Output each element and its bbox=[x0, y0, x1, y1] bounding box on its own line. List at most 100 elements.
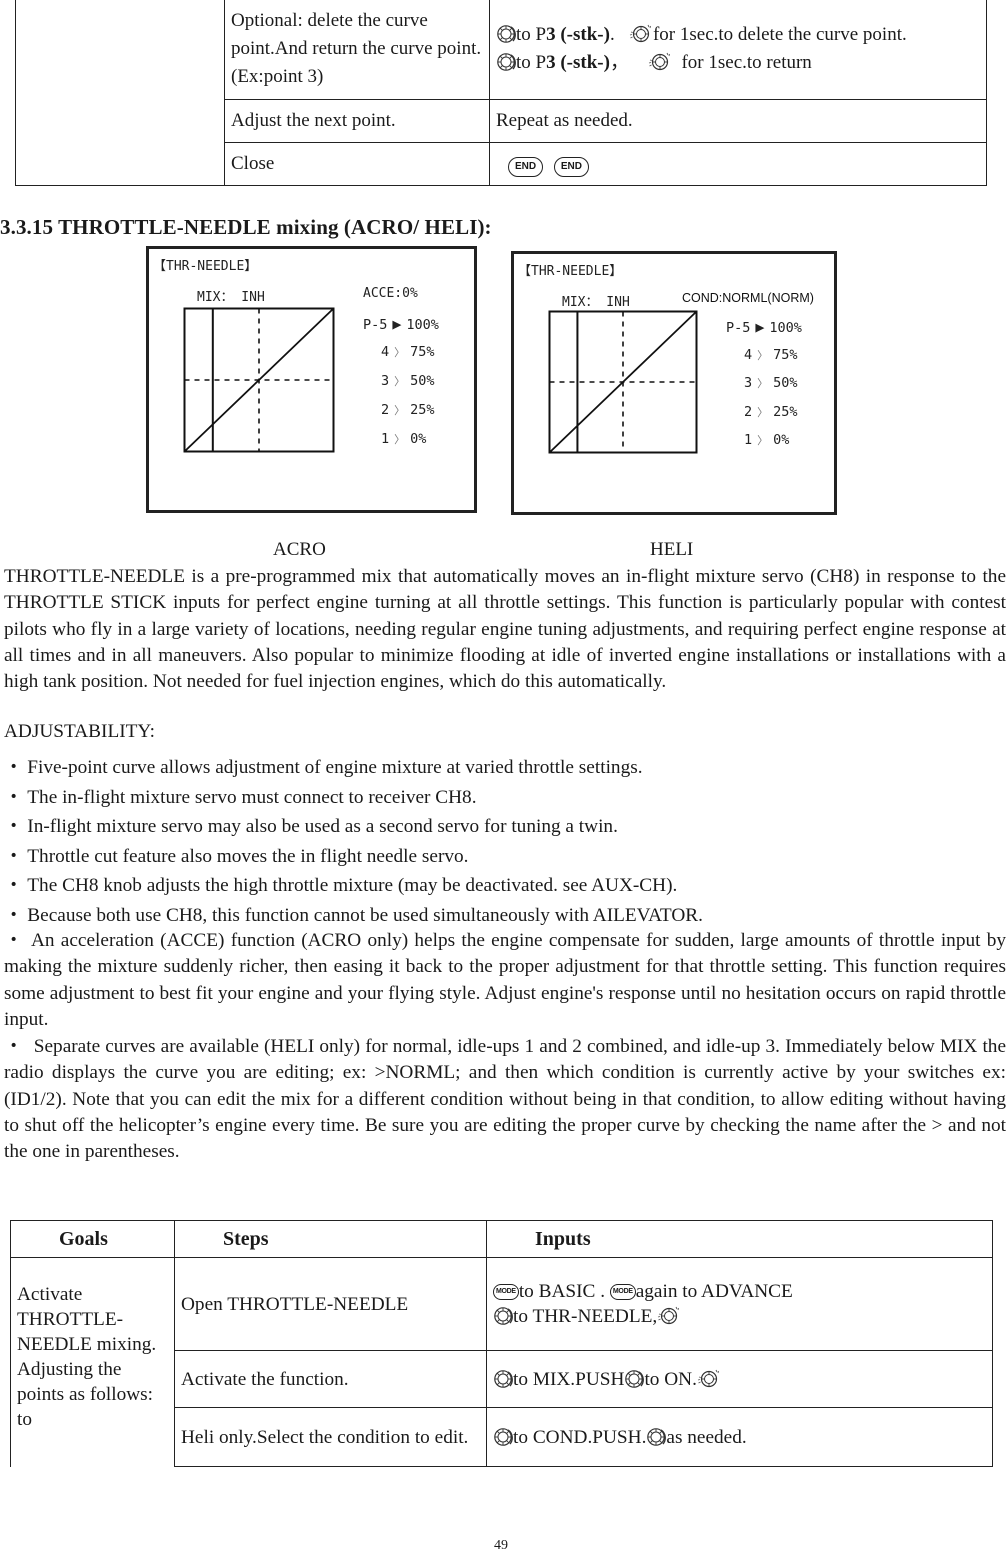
heli-text: Separate curves are available (HELI only… bbox=[4, 1036, 1007, 1163]
input-line: to P3 (-stk-)， for 1sec.to return bbox=[496, 49, 980, 77]
point-value: 50% bbox=[773, 375, 798, 391]
point-label: 2 bbox=[744, 403, 753, 420]
curve-point-row[interactable]: 3 〉 50% bbox=[381, 373, 435, 389]
goal-cell-empty bbox=[15, 0, 225, 186]
input-cell: to P3 (-stk-). for 1sec.to delete the cu… bbox=[489, 0, 987, 100]
dial-press-icon bbox=[657, 1306, 680, 1325]
dial-rotate-icon bbox=[497, 53, 516, 71]
input-text: to P bbox=[516, 52, 547, 73]
input-text: ， bbox=[609, 52, 644, 73]
selected-arrow-icon: ▶ bbox=[392, 315, 402, 333]
step-cell: Heli only.Select the condition to edit. bbox=[174, 1407, 487, 1467]
input-text: to MIX.PUSH bbox=[513, 1368, 625, 1390]
dial-rotate-icon bbox=[494, 1369, 513, 1388]
selected-arrow-icon: ▶ bbox=[755, 318, 765, 336]
mode-button-icon: MODE bbox=[493, 1284, 519, 1300]
curve-point-row[interactable]: 1 〉 0% bbox=[744, 432, 789, 448]
input-bold: 3 (-stk-) bbox=[546, 24, 610, 45]
input-line: to P3 (-stk-). for 1sec.to delete the cu… bbox=[496, 21, 980, 49]
bullet-mark: ・ bbox=[4, 930, 25, 951]
step-cell: Open THROTTLE-NEEDLE bbox=[174, 1257, 487, 1351]
input-text: to THR-NEEDLE, bbox=[513, 1306, 658, 1327]
condition-value: COND:NORML(NORM) bbox=[682, 291, 814, 305]
point-value: 0% bbox=[410, 431, 427, 447]
table-row: Activate THROTTLE-NEEDLE mixing. Adjusti… bbox=[10, 1257, 993, 1467]
dial-rotate-icon bbox=[494, 1427, 513, 1446]
bullet-mark: ・ bbox=[4, 846, 24, 867]
goal-cell: Activate THROTTLE-NEEDLE mixing. Adjusti… bbox=[10, 1257, 175, 1467]
curve-point-row[interactable]: 2 〉 25% bbox=[744, 404, 798, 420]
point-label: 3 bbox=[744, 375, 753, 391]
heli-caption: HELI bbox=[650, 539, 694, 560]
end-button-icon: END bbox=[508, 157, 544, 177]
dial-press-icon bbox=[648, 52, 671, 71]
input-line: MODE to BASIC . MODE again to ADVANCE bbox=[493, 1279, 986, 1304]
input-cell: Repeat as needed. bbox=[489, 99, 987, 143]
activation-steps-table: Goals Steps Inputs Activate THROTTLE-NEE… bbox=[10, 1220, 993, 1467]
acce-text: An acceleration (ACCE) function (ACRO on… bbox=[4, 930, 1006, 1030]
point-label: 1 bbox=[381, 431, 390, 447]
header-goals: Goals bbox=[10, 1220, 175, 1258]
point-arrow-icon: 〉 bbox=[394, 404, 406, 417]
curve-point-row[interactable]: P-5 ▶ 100% bbox=[363, 315, 439, 333]
point-arrow-icon: 〉 bbox=[757, 348, 769, 362]
curve-point-row[interactable]: 2 〉 25% bbox=[381, 402, 435, 418]
point-arrow-icon: 〉 bbox=[394, 433, 406, 446]
input-text: to P bbox=[516, 24, 547, 45]
step-cell: Activate the function. bbox=[174, 1350, 487, 1408]
adjustability-heading: ADJUSTABILITY: bbox=[4, 721, 155, 742]
point-label: 2 bbox=[381, 402, 390, 418]
dial-rotate-icon bbox=[497, 25, 516, 43]
point-value: 25% bbox=[410, 402, 435, 418]
mode-button-icon: MODE bbox=[609, 1284, 636, 1300]
curve-point-row[interactable]: P-5 ▶ 100% bbox=[726, 318, 802, 336]
mix-status: MIX： INH bbox=[562, 295, 630, 310]
point-label: 4 bbox=[381, 344, 390, 360]
point-value: 50% bbox=[410, 373, 435, 389]
input-text: for 1sec.to return bbox=[671, 52, 812, 73]
point-label: 3 bbox=[381, 373, 390, 389]
bullet-text: Because both use CH8, this function cann… bbox=[27, 905, 703, 926]
bullet-item: ・ Because both use CH8, this function can… bbox=[4, 899, 703, 927]
bullet-mark: ・ bbox=[4, 1036, 24, 1057]
curve-point-row[interactable]: 4 〉 75% bbox=[381, 344, 435, 360]
point-arrow-icon: 〉 bbox=[757, 434, 769, 447]
bullet-text: The in-flight mixture servo must connect… bbox=[27, 787, 477, 808]
acce-value: ACCE:0% bbox=[363, 286, 418, 301]
step-cell: Optional: delete the curve point.And ret… bbox=[224, 0, 490, 100]
bullet-item: ・ Throttle cut feature also moves the in … bbox=[4, 840, 468, 868]
curve-graph bbox=[548, 310, 698, 454]
dial-press-icon bbox=[697, 1368, 720, 1387]
dial-rotate-icon bbox=[647, 1427, 667, 1446]
header-inputs: Inputs bbox=[486, 1220, 993, 1258]
point-value: 0% bbox=[773, 432, 790, 448]
bullet-text: In-flight mixture servo may also be used… bbox=[27, 816, 618, 837]
bullet-item: ・ The in-flight mixture servo must connec… bbox=[4, 781, 477, 809]
input-text: . bbox=[609, 24, 625, 45]
section-heading: 3.3.15 THROTTLE-NEEDLE mixing (ACRO/ HEL… bbox=[0, 215, 492, 239]
input-cell: END END bbox=[489, 142, 987, 186]
mix-status: MIX： INH bbox=[197, 290, 265, 305]
curve-point-row[interactable]: 3 〉 50% bbox=[744, 375, 798, 391]
bullet-text: Throttle cut feature also moves the in f… bbox=[27, 846, 469, 867]
point-arrow-icon: 〉 bbox=[757, 377, 769, 390]
acce-paragraph: ・ An acceleration (ACCE) function (ACRO … bbox=[4, 928, 1006, 1033]
table-row: Optional: delete the curve point.And ret… bbox=[15, 0, 987, 186]
point-arrow-icon: 〉 bbox=[394, 375, 406, 388]
input-cell: to COND.PUSH. as needed. bbox=[486, 1407, 993, 1467]
input-text: to COND.PUSH. bbox=[513, 1426, 647, 1448]
bullet-mark: ・ bbox=[4, 875, 24, 896]
curve-point-row[interactable]: 4 〉 75% bbox=[744, 347, 798, 363]
point-value: 75% bbox=[773, 346, 798, 363]
heli-lcd-screen: 【THR-NEEDLE】 MIX： INH COND:NORML(NORM) P… bbox=[511, 251, 837, 515]
point-label: 4 bbox=[744, 346, 753, 363]
bullet-mark: ・ bbox=[4, 905, 24, 926]
heli-paragraph: ・ Separate curves are available (HELI on… bbox=[4, 1034, 1006, 1165]
acro-caption: ACRO bbox=[273, 539, 326, 560]
screen-title: 【THR-NEEDLE】 bbox=[153, 259, 258, 274]
table-header-row: Goals Steps Inputs bbox=[10, 1220, 993, 1258]
bullet-item: ・ The CH8 knob adjusts the high throttle … bbox=[4, 869, 677, 897]
screen-title: 【THR-NEEDLE】 bbox=[518, 264, 623, 279]
curve-point-row[interactable]: 1 〉 0% bbox=[381, 431, 426, 447]
input-bold: 3 (-stk-) bbox=[546, 52, 610, 73]
